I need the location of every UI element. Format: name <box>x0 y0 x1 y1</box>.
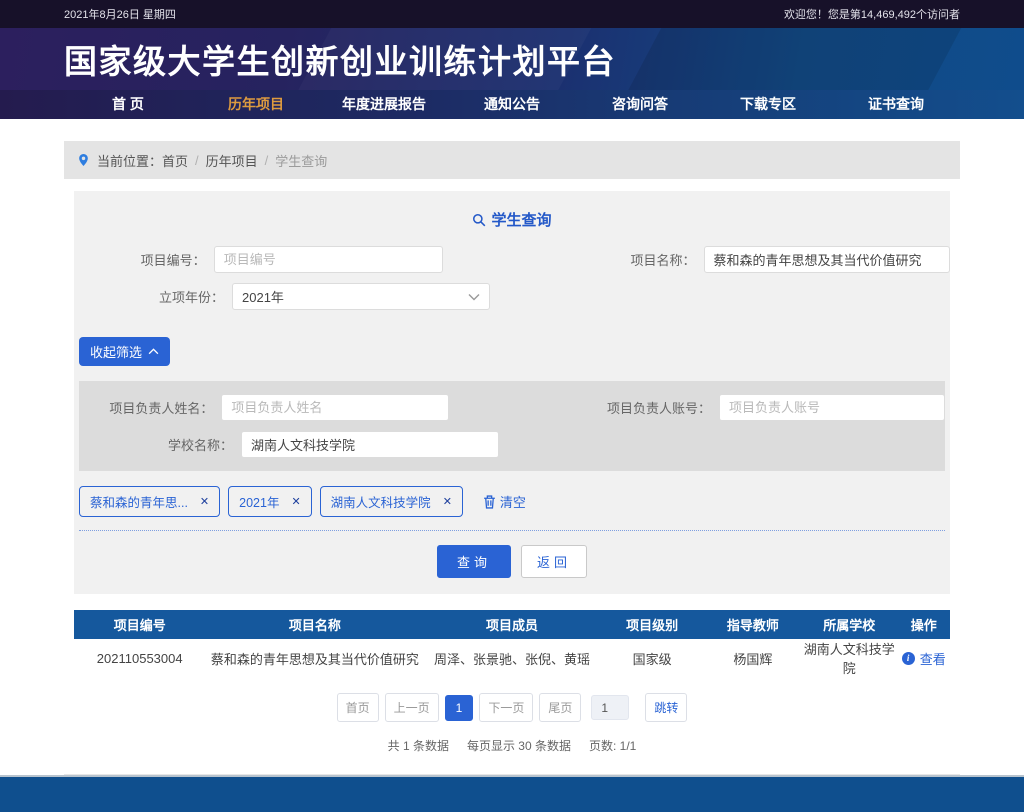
site-banner: 国家级大学生创新创业训练计划平台 <box>0 28 1024 90</box>
tag-close-icon[interactable]: ✕ <box>200 495 209 508</box>
filter-tag-label: 2021年 <box>239 492 279 511</box>
header-project-name: 项目名称 <box>205 610 424 639</box>
nav-item-past-projects[interactable]: 历年项目 <box>192 90 320 119</box>
page-jump-input[interactable] <box>591 695 629 720</box>
tag-close-icon[interactable]: ✕ <box>291 495 300 508</box>
search-title-label: 学生查询 <box>491 209 551 230</box>
header-action: 操作 <box>897 610 950 639</box>
project-name-input[interactable] <box>704 246 951 273</box>
leader-name-label: 项目负责人姓名： <box>79 398 221 417</box>
view-link[interactable]: i 查看 <box>902 649 946 668</box>
pagination: 首页 上一页 1 下一页 尾页 跳转 <box>64 693 960 722</box>
nav-item-downloads[interactable]: 下载专区 <box>704 90 832 119</box>
location-pin-icon <box>77 152 90 168</box>
filter-tag-label: 蔡和森的青年思... <box>90 492 188 511</box>
info-icon: i <box>902 652 915 665</box>
trash-icon <box>483 495 496 509</box>
table-header-row: 项目编号 项目名称 项目成员 项目级别 指导教师 所属学校 操作 <box>74 610 950 639</box>
search-icon <box>472 213 486 227</box>
filter-tags: 蔡和森的青年思... ✕ 2021年 ✕ 湖南人文科技学院 ✕ 清空 <box>79 486 945 517</box>
student-search-card: 学生查询 项目编号： 项目名称： 立项年份： 2021年 <box>74 191 950 594</box>
page-number-button[interactable]: 1 <box>445 695 474 721</box>
search-title: 学生查询 <box>74 209 950 230</box>
nav-item-home[interactable]: 首 页 <box>64 90 192 119</box>
cell-level: 国家级 <box>600 639 705 677</box>
summary-total: 共 1 条数据 <box>388 737 449 754</box>
breadcrumb-home[interactable]: 首页 <box>162 151 188 170</box>
page-first-button[interactable]: 首页 <box>337 693 379 722</box>
results-table: 项目编号 项目名称 项目成员 项目级别 指导教师 所属学校 操作 2021105… <box>74 610 950 677</box>
current-date: 2021年8月26日 星期四 <box>64 6 176 22</box>
site-title: 国家级大学生创新创业训练计划平台 <box>64 35 960 83</box>
project-no-input[interactable] <box>214 246 443 273</box>
back-button[interactable]: 返回 <box>521 545 587 578</box>
view-link-label: 查看 <box>920 649 946 668</box>
collapse-filter-label: 收起筛选 <box>90 342 142 361</box>
advanced-filter-panel: 项目负责人姓名： 项目负责人账号： 学校名称： <box>79 381 945 471</box>
footer-bar <box>0 775 1024 812</box>
page-last-button[interactable]: 尾页 <box>539 693 581 722</box>
breadcrumb-current: 学生查询 <box>275 151 327 170</box>
filter-tag-school: 湖南人文科技学院 ✕ <box>320 486 463 517</box>
summary-pages: 页数: 1/1 <box>589 737 636 754</box>
cell-members: 周泽、张景驰、张倪、黄瑶 <box>424 639 599 677</box>
main-content: 当前位置： 首页 / 历年项目 / 学生查询 学生查询 项目编号： 项目名称： <box>0 119 1024 775</box>
leader-account-input[interactable] <box>719 394 945 421</box>
clear-filters-button[interactable]: 清空 <box>483 492 526 511</box>
cell-action: i 查看 <box>897 639 950 677</box>
nav-item-qa[interactable]: 咨询问答 <box>576 90 704 119</box>
chevron-up-icon <box>148 348 159 355</box>
year-select[interactable]: 2021年 <box>232 283 490 310</box>
page-prev-button[interactable]: 上一页 <box>385 693 439 722</box>
school-name-input[interactable] <box>241 431 499 458</box>
header-teacher: 指导教师 <box>705 610 801 639</box>
cell-teacher: 杨国辉 <box>705 639 801 677</box>
summary-per-page: 每页显示 30 条数据 <box>467 737 571 754</box>
table-row: 202110553004 蔡和森的青年思想及其当代价值研究 周泽、张景驰、张倪、… <box>74 639 950 677</box>
dotted-divider <box>79 530 945 531</box>
header-school: 所属学校 <box>801 610 897 639</box>
breadcrumb-separator: / <box>195 153 199 168</box>
tag-close-icon[interactable]: ✕ <box>443 495 452 508</box>
breadcrumb-separator: / <box>265 153 269 168</box>
leader-name-input[interactable] <box>221 394 449 421</box>
nav-item-annual-report[interactable]: 年度进展报告 <box>320 90 448 119</box>
cell-school: 湖南人文科技学院 <box>801 639 897 677</box>
collapse-filter-button[interactable]: 收起筛选 <box>79 337 170 366</box>
filter-tag-year: 2021年 ✕ <box>228 486 312 517</box>
header-level: 项目级别 <box>600 610 705 639</box>
page-jump-button[interactable]: 跳转 <box>645 693 687 722</box>
top-status-bar: 2021年8月26日 星期四 欢迎您！您是第14,469,492个访问者 <box>0 0 1024 28</box>
year-label: 立项年份： <box>74 287 232 306</box>
year-select-value: 2021年 <box>242 287 284 306</box>
school-name-label: 学校名称： <box>79 435 241 454</box>
breadcrumb-prefix: 当前位置： <box>97 151 162 170</box>
clear-filters-label: 清空 <box>500 492 526 511</box>
project-no-label: 项目编号： <box>74 250 214 269</box>
cell-project-name: 蔡和森的青年思想及其当代价值研究 <box>205 639 424 677</box>
results-summary: 共 1 条数据 每页显示 30 条数据 页数: 1/1 <box>64 737 960 754</box>
filter-tag-project-name: 蔡和森的青年思... ✕ <box>79 486 220 517</box>
breadcrumb-section[interactable]: 历年项目 <box>206 151 258 170</box>
cell-project-no: 202110553004 <box>74 639 205 677</box>
chevron-down-icon <box>468 293 480 301</box>
leader-account-label: 项目负责人账号： <box>587 398 719 417</box>
header-members: 项目成员 <box>424 610 599 639</box>
breadcrumb: 当前位置： 首页 / 历年项目 / 学生查询 <box>64 141 960 179</box>
filter-tag-label: 湖南人文科技学院 <box>331 492 431 511</box>
visitor-counter: 欢迎您！您是第14,469,492个访问者 <box>784 6 960 22</box>
main-nav: 首 页 历年项目 年度进展报告 通知公告 咨询问答 下载专区 证书查询 <box>0 90 1024 119</box>
page-next-button[interactable]: 下一页 <box>479 693 533 722</box>
project-name-label: 项目名称： <box>587 250 704 269</box>
query-button[interactable]: 查询 <box>437 545 511 578</box>
header-project-no: 项目编号 <box>74 610 205 639</box>
nav-item-announcements[interactable]: 通知公告 <box>448 90 576 119</box>
nav-item-certificates[interactable]: 证书查询 <box>832 90 960 119</box>
